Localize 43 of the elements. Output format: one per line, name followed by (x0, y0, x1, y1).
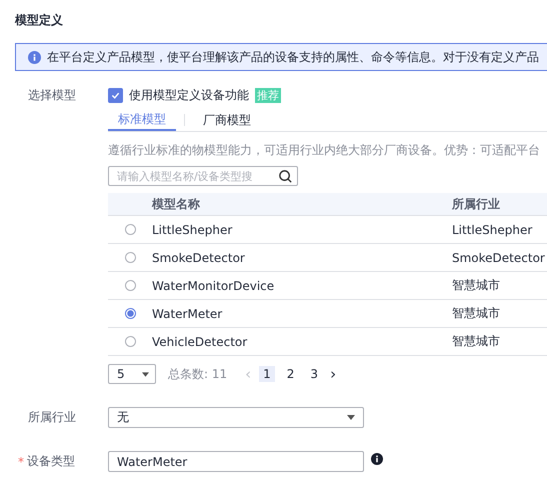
field-label: 所属行业 (27, 409, 77, 426)
table-cell-text: 智慧城市 (452, 305, 501, 322)
field-label: 设备类型 (27, 453, 75, 470)
table-cell-text: LittleShepher (152, 222, 234, 236)
tab[interactable]: 厂商模型 (193, 110, 261, 130)
caret-icon (142, 372, 149, 376)
total-count: 总条数: 11 (168, 366, 228, 382)
column-header: 模型名称 (152, 196, 201, 212)
caret-icon (347, 415, 355, 420)
checkbox[interactable] (108, 88, 123, 102)
description-text: 遵循行业标准的物模型能力，可适用行业内绝大部分厂商设备。优势：可适配平台 (108, 142, 541, 159)
section-title: 模型定义 (15, 12, 64, 29)
info-icon[interactable] (371, 453, 383, 465)
search-field[interactable]: 请输入模型名称/设备类型搜 (108, 166, 298, 186)
table-cell-text: 智慧城市 (452, 333, 501, 350)
required-mark: * (18, 454, 24, 468)
column-header: 所属行业 (452, 196, 501, 212)
table-cell-text: SmokeDetector (152, 250, 246, 264)
device-type-input[interactable]: WaterMeter (108, 451, 364, 472)
page-button[interactable]: 2 (282, 366, 298, 382)
recommend-badge: 推荐 (255, 88, 281, 102)
page-button[interactable]: 3 (306, 366, 322, 382)
radio-button[interactable] (124, 224, 136, 235)
table-cell-text: VehicleDetector (152, 334, 248, 348)
radio-button[interactable] (124, 252, 136, 263)
info-icon (28, 50, 41, 64)
table-cell-text: LittleShepher (452, 222, 534, 236)
next-page-button[interactable]: › (330, 365, 336, 383)
table-cell-text: WaterMonitorDevice (152, 278, 276, 292)
table-cell-text: SmokeDetector (452, 250, 546, 264)
radio-button[interactable] (124, 280, 136, 291)
info-text: 在平台定义产品模型，使平台理解该产品的设备支持的属性、命令等信息。对于没有定义产品 (47, 48, 539, 66)
radio-button[interactable] (124, 336, 136, 347)
field-label: 选择模型 (27, 86, 77, 104)
tab[interactable]: 标准模型 (108, 109, 176, 131)
table-cell-text: WaterMeter (152, 306, 224, 320)
table-cell-text: 智慧城市 (452, 277, 501, 294)
page-size-select[interactable]: 5 (108, 364, 156, 384)
industry-select[interactable]: 无 (108, 407, 364, 428)
radio-button[interactable] (124, 308, 136, 319)
checkbox-label: 使用模型定义设备功能 (129, 86, 249, 104)
page-button[interactable]: 1 (259, 366, 275, 382)
search-icon[interactable] (278, 168, 293, 184)
